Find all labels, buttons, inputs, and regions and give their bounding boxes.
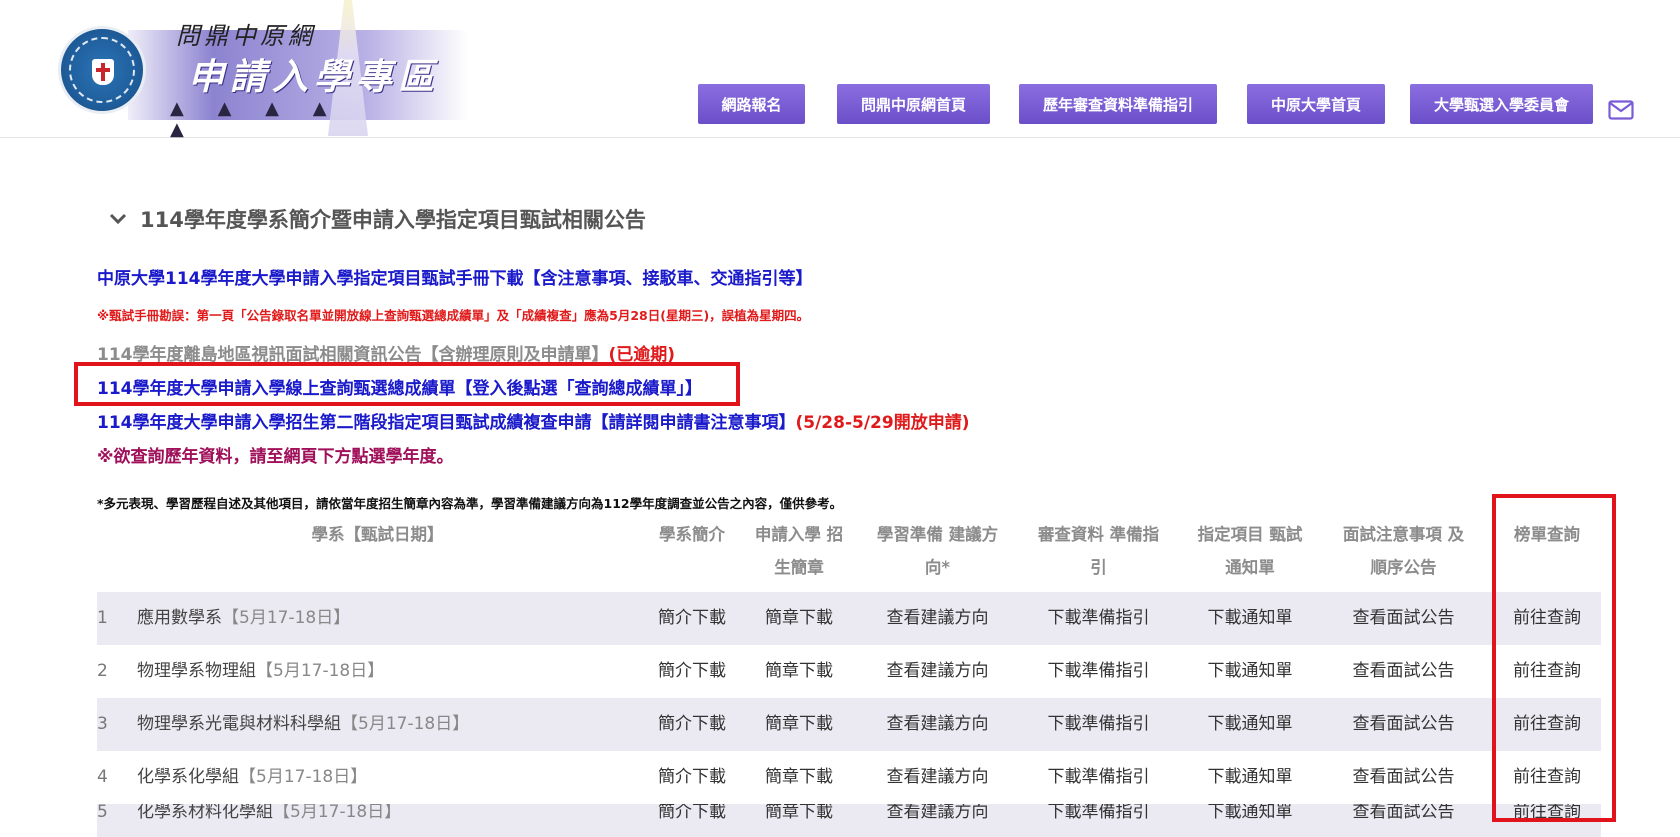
interview-notice-link[interactable]: 查看面試公告 [1331,645,1476,698]
table-footnote: *多元表現、學習歷程自述及其他項目，請依當年度招生簡章內容為準，學習準備建議方向… [97,496,843,511]
section-title: 114學年度學系簡介暨申請入學指定項目甄試相關公告 [140,208,646,232]
prep-direction-link[interactable]: 查看建議方向 [865,698,1010,751]
header-interview-line1: 面試注意事項 及 [1342,525,1465,544]
header-intro: 學系簡介 [659,525,725,544]
site-logo[interactable]: 問鼎中原網 申請入學專區 ▲ ▲ ▲ ▲ ▲ [58,0,468,140]
score-review-link[interactable]: 114學年度大學申請入學招生第二階段指定項目甄試成績複查申請【請詳閱申請書注意事… [97,413,795,433]
dept-date: 【5月17-18日】 [256,661,385,681]
logo-title: 申請入學專區 [188,56,441,98]
table-row: 3 物理學系光電與材料科學組【5月17-18日】 簡介下載 簡章下載 查看建議方… [97,698,1601,751]
review-guide-link[interactable]: 下載準備指引 [1026,592,1171,645]
header-review-line2: 引 [1090,558,1107,577]
header-interview-line2: 順序公告 [1370,558,1437,577]
review-guide-link[interactable]: 下載準備指引 [1026,645,1171,698]
header-prep-line2: 向* [924,558,951,577]
university-emblem-icon [58,26,146,114]
score-review-notice: 114學年度大學申請入學招生第二階段指定項目甄試成績複查申請【請詳閱申請書注意事… [97,408,969,433]
highlight-box-result-query [1492,494,1616,822]
dept-cell: 化學系化學組【5月17-18日】 [137,751,367,804]
nav-review-guide-button[interactable]: 歷年審查資料準備指引 [1019,84,1217,124]
intro-download-link[interactable]: 簡介下載 [637,645,747,698]
brochure-download-link[interactable]: 簡章下載 [744,645,854,698]
header-brochure-line2: 生簡章 [774,558,824,577]
dept-date: 【5月17-18日】 [239,767,368,787]
table-row: 2 物理學系物理組【5月17-18日】 簡介下載 簡章下載 查看建議方向 下載準… [97,645,1601,698]
brochure-download-link[interactable]: 簡章下載 [744,698,854,751]
header-review-line1: 審查資料 準備指 [1037,525,1160,544]
notice-download-link[interactable]: 下載通知單 [1190,698,1310,751]
intro-download-link[interactable]: 簡介下載 [637,592,747,645]
table-row: 5 化學系材料化學組【5月17-18日】 簡介下載 簡章下載 查看建議方向 下載… [97,804,1601,837]
section-heading[interactable]: 114學年度學系簡介暨申請入學指定項目甄試相關公告 [108,204,646,234]
dept-name: 應用數學系 [137,608,222,628]
table-row: 1 應用數學系【5月17-18日】 簡介下載 簡章下載 查看建議方向 下載準備指… [97,592,1601,645]
dept-name: 化學系材料化學組 [137,804,273,822]
table-header: 學系【甄試日期】 學系簡介 申請入學 招 生簡章 學習準備 建議方 向* 審查資… [97,518,1601,588]
header-notice: 指定項目 甄試 通知單 [1190,518,1310,584]
header-brochure: 申請入學 招 生簡章 [744,518,854,584]
dept-cell: 化學系材料化學組【5月17-18日】 [137,804,401,837]
chevron-down-icon [109,213,127,225]
notice-download-link[interactable]: 下載通知單 [1190,645,1310,698]
handbook-download-link[interactable]: 中原大學114學年度大學申請入學指定項目甄試手冊下載【含注意事項、接駁車、交通指… [97,264,812,289]
notice-download-link[interactable]: 下載通知單 [1190,804,1310,837]
header-interview: 面試注意事項 及 順序公告 [1331,518,1476,584]
dept-date: 【5月17-18日】 [222,608,351,628]
notice-download-link[interactable]: 下載通知單 [1190,592,1310,645]
header-prep: 學習準備 建議方 向* [865,518,1010,584]
review-dates-label: (5/28-5/29開放申請) [795,413,970,433]
review-guide-link[interactable]: 下載準備指引 [1026,698,1171,751]
nav-online-registration-button[interactable]: 網路報名 [698,84,805,124]
nav-wendingzhongyuan-home-button[interactable]: 問鼎中原網首頁 [837,84,990,124]
review-guide-link[interactable]: 下載準備指引 [1026,804,1171,837]
row-number: 1 [97,608,108,628]
dept-cell: 物理學系光電與材料科學組【5月17-18日】 [137,698,469,751]
dept-name: 化學系化學組 [137,767,239,787]
header-brochure-line1: 申請入學 招 [754,525,844,544]
prep-direction-link[interactable]: 查看建議方向 [865,645,1010,698]
row-number: 2 [97,661,108,681]
dept-date: 【5月17-18日】 [273,804,402,822]
header-dept: 學系【甄試日期】 [311,525,444,544]
mail-icon[interactable] [1608,100,1634,120]
interview-notice-link[interactable]: 查看面試公告 [1331,698,1476,751]
cross-shield-icon [92,59,114,85]
site-header: 問鼎中原網 申請入學專區 ▲ ▲ ▲ ▲ ▲ 網路報名 問鼎中原網首頁 歷年審查… [0,0,1680,140]
interview-notice-link[interactable]: 查看面試公告 [1331,804,1476,837]
row-number: 4 [97,767,108,787]
table-row: 4 化學系化學組【5月17-18日】 簡介下載 簡章下載 查看建議方向 下載準備… [97,751,1601,804]
prep-direction-link[interactable]: 查看建議方向 [865,804,1010,837]
dept-name: 物理學系光電與材料科學組 [137,714,341,734]
dept-date: 【5月17-18日】 [341,714,470,734]
erratum-notice: ※甄試手冊勘誤：第一頁「公告錄取名單並開放線上查詢甄選總成績單」及「成績複查」應… [97,308,810,323]
silhouette-graphic: ▲ ▲ ▲ ▲ ▲ [170,98,341,140]
interview-notice-link[interactable]: 查看面試公告 [1331,751,1476,804]
notice-download-link[interactable]: 下載通知單 [1190,751,1310,804]
brochure-download-link[interactable]: 簡章下載 [744,804,854,837]
dept-cell: 應用數學系【5月17-18日】 [137,592,350,645]
row-number: 5 [97,804,108,822]
dept-name: 物理學系物理組 [137,661,256,681]
prep-direction-link[interactable]: 查看建議方向 [865,751,1010,804]
header-notice-line2: 通知單 [1225,558,1275,577]
dept-cell: 物理學系物理組【5月17-18日】 [137,645,384,698]
prep-direction-link[interactable]: 查看建議方向 [865,592,1010,645]
intro-download-link[interactable]: 簡介下載 [637,751,747,804]
intro-download-link[interactable]: 簡介下載 [637,698,747,751]
highlight-box-score-query [74,362,740,406]
nav-cycu-home-button[interactable]: 中原大學首頁 [1247,84,1385,124]
brochure-download-link[interactable]: 簡章下載 [744,751,854,804]
row-number: 3 [97,714,108,734]
interview-notice-link[interactable]: 查看面試公告 [1331,592,1476,645]
header-prep-line1: 學習準備 建議方 [876,525,999,544]
brochure-download-link[interactable]: 簡章下載 [744,592,854,645]
nav-jcrc-button[interactable]: 大學甄選入學委員會 [1410,84,1593,124]
review-guide-link[interactable]: 下載準備指引 [1026,751,1171,804]
header-notice-line1: 指定項目 甄試 [1197,525,1303,544]
logo-subtitle: 問鼎中原網 [176,22,316,50]
intro-download-link[interactable]: 簡介下載 [637,804,747,837]
history-note: ※欲查詢歷年資料，請至網頁下方點選學年度。 [97,447,454,467]
header-review: 審查資料 準備指 引 [1026,518,1171,584]
